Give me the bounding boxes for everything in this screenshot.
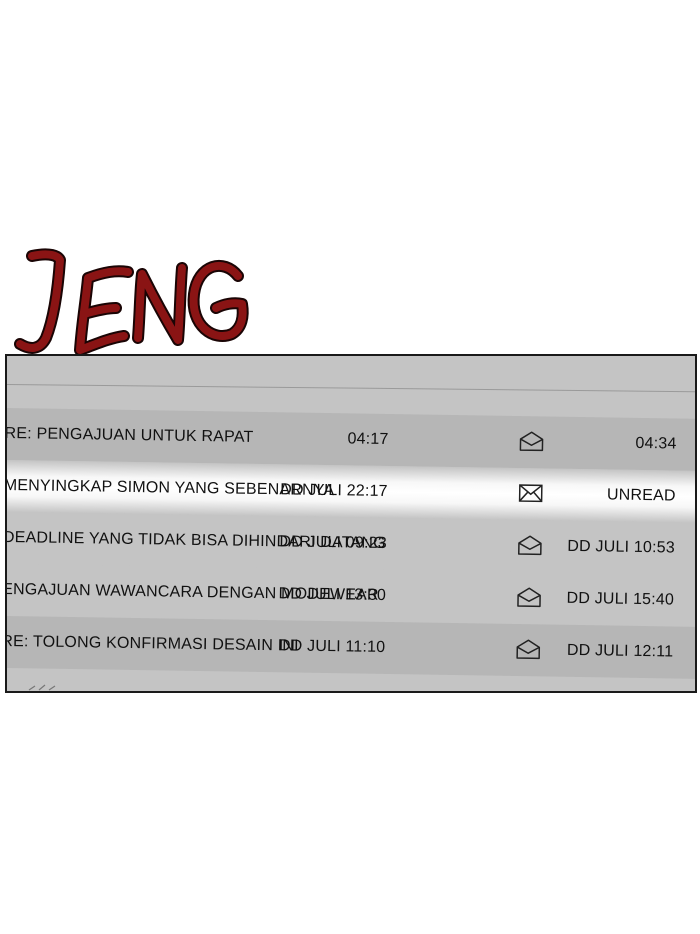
closed-envelope-icon: [518, 484, 543, 503]
email-sent-time: 04:17: [347, 430, 389, 448]
email-subject: RE: PENGAJUAN UNTUK RAPAT: [5, 424, 254, 446]
open-envelope-icon: [518, 535, 542, 556]
email-subject: RE: TOLONG KONFIRMASI DESAIN INI: [5, 632, 299, 655]
email-sent-time: DD JULI 22:17: [280, 481, 388, 500]
email-read-time: 04:34: [635, 434, 677, 453]
email-read-time: DD JULI 15:40: [566, 589, 675, 609]
header-divider: [7, 384, 695, 393]
email-sent-time: DD JULI 09:23: [279, 533, 388, 552]
cut-off-row-fragment: [28, 684, 56, 691]
open-envelope-icon: [516, 639, 541, 660]
open-envelope-icon: [519, 431, 544, 452]
open-envelope-icon: [517, 587, 541, 608]
email-sent-time: DD JULI 13:30: [278, 585, 387, 604]
email-read-time: DD JULI 12:11: [566, 641, 674, 661]
email-list-panel: RE: PENGAJUAN UNTUK RAPAT 04:17 04:34 ME…: [5, 354, 697, 693]
email-row[interactable]: RE: TOLONG KONFIRMASI DESAIN INI DD JULI…: [5, 615, 695, 679]
email-list: RE: PENGAJUAN UNTUK RAPAT 04:17 04:34 ME…: [5, 408, 695, 679]
email-sent-time: DD JULI 11:10: [278, 637, 386, 656]
email-read-status: UNREAD: [606, 486, 676, 505]
email-read-time: DD JULI 10:53: [567, 537, 676, 557]
jeng-sound-effect: [14, 248, 249, 356]
